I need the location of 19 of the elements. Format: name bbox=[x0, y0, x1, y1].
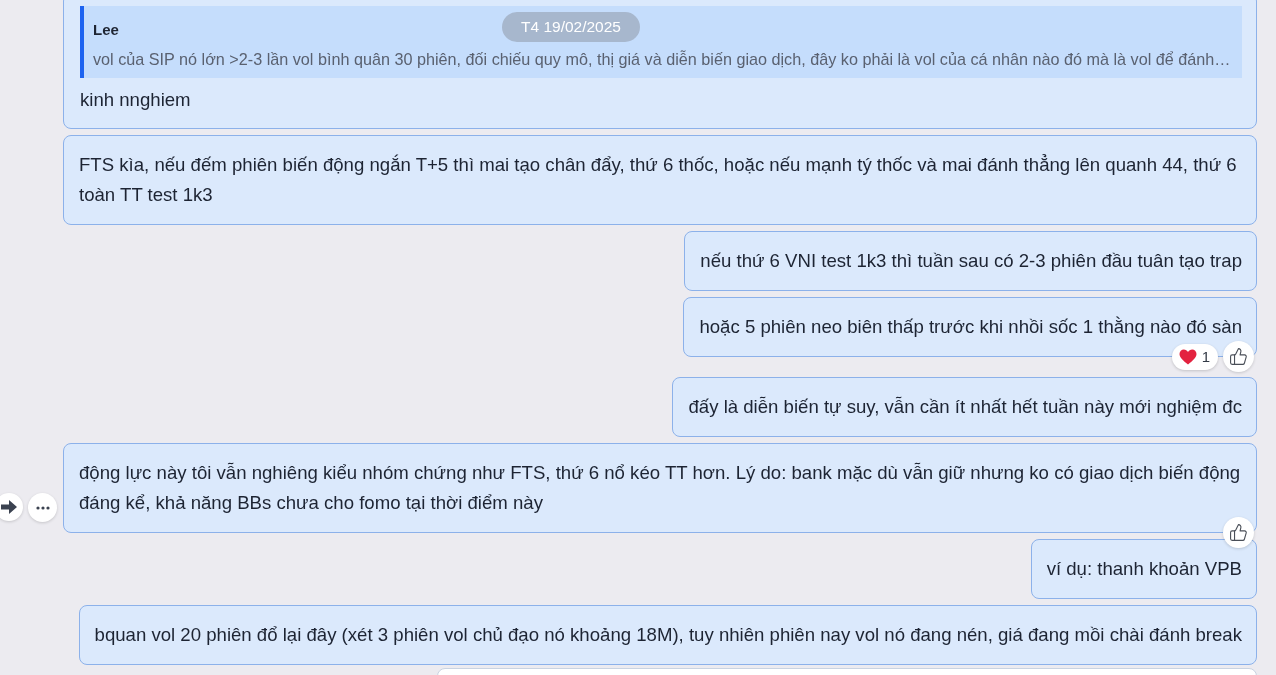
thumbs-up-icon bbox=[1229, 347, 1248, 366]
reaction-pill[interactable]: 1 bbox=[1171, 343, 1218, 370]
like-button[interactable] bbox=[1223, 517, 1254, 548]
message-text: hoặc 5 phiên neo biên thấp trước khi nhồi sốc 1 thằng nào đó sàn bbox=[699, 315, 1242, 339]
message-text: FTS kìa, nếu đếm phiên biến động ngắn T+5 thì mai tạo chân đẩy, thứ 6 thốc, hoặc nếu mạnh tý thốc và mai đánh thẳng lên quanh 44, thứ 6 toàn TT test 1k3 bbox=[79, 153, 1238, 207]
thumbs-up-icon bbox=[1229, 523, 1248, 542]
message-text: nếu thứ 6 VNI test 1k3 thì tuần sau có 2-3 phiên đầu tuân tạo trap bbox=[700, 249, 1242, 273]
date-separator: T4 19/02/2025 bbox=[502, 12, 640, 42]
quote-author: Lee bbox=[93, 20, 119, 40]
message-text: động lực này tôi vẫn nghiêng kiểu nhóm chứng như FTS, thứ 6 nổ kéo TT hơn. Lý do: bank mặc dù vẫn giữ nhưng ko có giao dịch biến động đáng kể, khả năng BBs chưa cho fomo tại thời điểm này bbox=[79, 461, 1242, 515]
share-button[interactable] bbox=[0, 493, 23, 521]
message-text: bquan vol 20 phiên đổ lại đây (xét 3 phiên vol chủ đạo nó khoảng 18M), tuy nhiên phiên nay vol nó đang nén, giá đang mồi chài đánh break bbox=[94, 623, 1242, 647]
more-icon bbox=[35, 505, 50, 510]
arrow-right-icon bbox=[1, 500, 17, 514]
quote-text: vol của SIP nó lớn >2-3 lần vol bình quân 30 phiên, đối chiếu quy mô, thị giá và diễn biến giao dịch, đây ko phải là vol của cá nhân nào đó mà là vol để đánh… bbox=[93, 49, 1231, 69]
like-button[interactable] bbox=[1223, 341, 1254, 372]
message-text: ví dụ: thanh khoản VPB bbox=[1046, 557, 1242, 581]
message-text: kinh nnghiem bbox=[80, 88, 192, 112]
message-text: đấy là diễn biến tự suy, vẫn cần ít nhất hết tuần này mới nghiệm đc bbox=[688, 395, 1242, 419]
